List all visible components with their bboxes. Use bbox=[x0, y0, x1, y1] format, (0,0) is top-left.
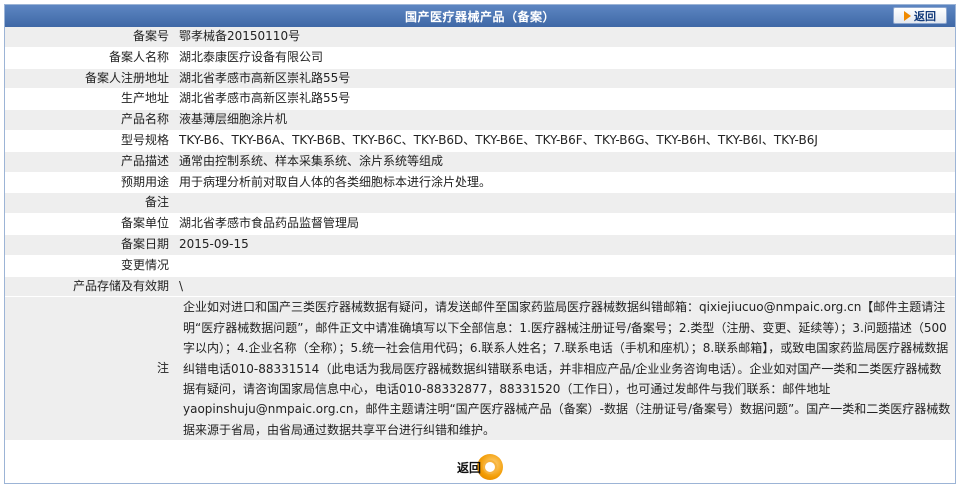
field-label: 备注 bbox=[5, 192, 175, 215]
table-row: 产品存储及有效期 \ bbox=[5, 276, 955, 298]
table-row: 型号规格 TKY-B6、TKY-B6A、TKY-B6B、TKY-B6C、TKY-B… bbox=[5, 130, 955, 152]
table-row: 产品名称 液基薄层细胞涂片机 bbox=[5, 109, 955, 131]
field-value bbox=[175, 255, 955, 277]
field-label: 备案号 bbox=[5, 27, 175, 48]
field-label: 产品描述 bbox=[5, 151, 175, 173]
back-button-bottom[interactable]: 返回 bbox=[457, 454, 503, 480]
note-label: 注 bbox=[5, 296, 175, 442]
table-row: 预期用途 用于病理分析前对取自人体的各类细胞标本进行涂片处理。 bbox=[5, 172, 955, 194]
field-label: 型号规格 bbox=[5, 130, 175, 152]
back-button-bottom-label: 返回 bbox=[456, 460, 481, 475]
field-value: 通常由控制系统、样本采集系统、涂片系统等组成 bbox=[175, 151, 955, 173]
table-row: 备案人注册地址 湖北省孝感市高新区崇礼路55号 bbox=[5, 68, 955, 90]
table-row: 备案单位 湖北省孝感市食品药品监督管理局 bbox=[5, 213, 955, 235]
table-row: 变更情况 bbox=[5, 255, 955, 277]
field-value: 湖北省孝感市高新区崇礼路55号 bbox=[175, 88, 955, 111]
table-row: 备案人名称 湖北泰康医疗设备有限公司 bbox=[5, 47, 955, 69]
page-title: 国产医疗器械产品（备案） bbox=[404, 9, 555, 24]
field-value: 湖北省孝感市食品药品监督管理局 bbox=[175, 213, 955, 235]
table-row: 备案日期 2015-09-15 bbox=[5, 234, 955, 256]
note-cell: 企业如对进口和国产三类医疗器械数据有疑问，请发送邮件至国家药监局医疗器械数据纠错… bbox=[175, 296, 955, 442]
field-value: 鄂孝械备20150110号 bbox=[175, 27, 955, 48]
panel-header: 国产医疗器械产品（备案） 返回 bbox=[5, 5, 955, 27]
arrow-right-icon bbox=[904, 10, 911, 21]
field-value: \ bbox=[175, 276, 955, 298]
field-label: 预期用途 bbox=[5, 172, 175, 194]
field-value: 湖北泰康医疗设备有限公司 bbox=[175, 47, 955, 69]
detail-panel: 国产医疗器械产品（备案） 返回 备案号 鄂孝械备20150110号 备案人名称 湖北… bbox=[4, 4, 956, 484]
field-value: 用于病理分析前对取自人体的各类细胞标本进行涂片处理。 bbox=[175, 172, 955, 194]
table-row: 备案号 鄂孝械备20150110号 bbox=[5, 27, 955, 48]
field-value: 液基薄层细胞涂片机 bbox=[175, 109, 955, 131]
back-button-top[interactable]: 返回 bbox=[893, 7, 947, 24]
table-row: 产品描述 通常由控制系统、样本采集系统、涂片系统等组成 bbox=[5, 151, 955, 173]
note-row: 注 企业如对进口和国产三类医疗器械数据有疑问，请发送邮件至国家药监局医疗器械数据… bbox=[5, 296, 955, 442]
field-label: 产品名称 bbox=[5, 109, 175, 131]
table-row: 生产地址 湖北省孝感市高新区崇礼路55号 bbox=[5, 88, 955, 111]
field-label: 生产地址 bbox=[5, 88, 175, 111]
detail-table: 备案号 鄂孝械备20150110号 备案人名称 湖北泰康医疗设备有限公司 备案人注册… bbox=[5, 27, 955, 442]
field-value: TKY-B6、TKY-B6A、TKY-B6B、TKY-B6C、TKY-B6D、T… bbox=[175, 130, 955, 152]
field-label: 备案日期 bbox=[5, 234, 175, 256]
field-value: 湖北省孝感市高新区崇礼路55号 bbox=[175, 68, 955, 90]
field-label: 备案人注册地址 bbox=[5, 68, 175, 90]
table-row: 备注 bbox=[5, 192, 955, 215]
field-value bbox=[175, 192, 955, 215]
note-text: 企业如对进口和国产三类医疗器械数据有疑问，请发送邮件至国家药监局医疗器械数据纠错… bbox=[183, 300, 951, 437]
field-label: 备案单位 bbox=[5, 213, 175, 235]
field-value: 2015-09-15 bbox=[175, 234, 955, 256]
field-label: 产品存储及有效期 bbox=[5, 276, 175, 298]
field-label: 备案人名称 bbox=[5, 47, 175, 69]
field-label: 变更情况 bbox=[5, 255, 175, 277]
back-button-top-label: 返回 bbox=[914, 9, 936, 23]
footer: 返回 bbox=[5, 453, 955, 481]
